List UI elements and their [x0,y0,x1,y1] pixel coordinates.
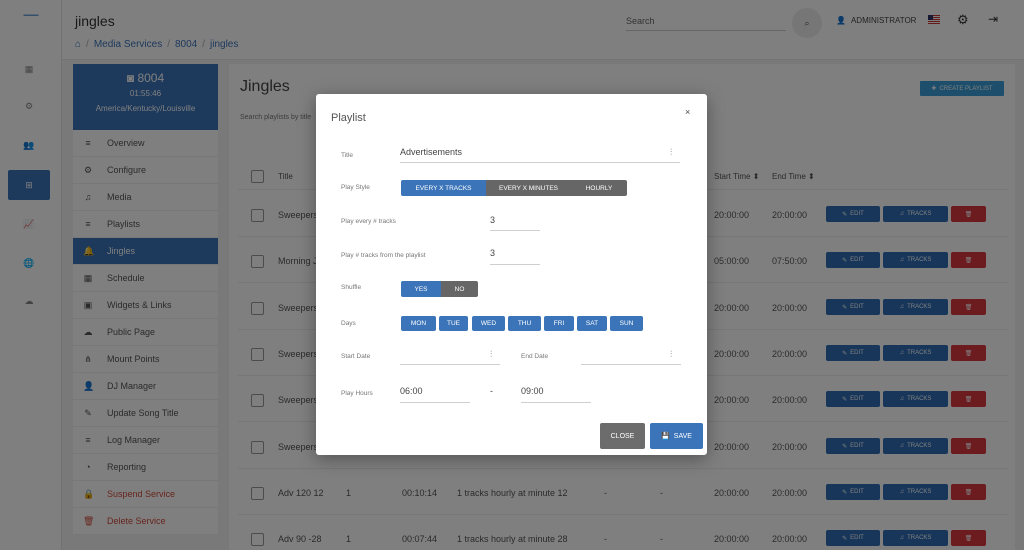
day-fri[interactable]: FRI [544,316,574,331]
play-from-label: Play # tracks from the playlist [341,252,426,259]
playlist-modal: Playlist × Title Advertisements ⫶ Play S… [316,94,707,455]
play-style-toggle: EVERY X TRACKS EVERY X MINUTES HOURLY [401,180,627,196]
day-thu[interactable]: THU [508,316,541,331]
hours-from-input[interactable]: 06:00 [400,386,423,396]
save-button[interactable]: 💾 SAVE [650,423,703,449]
title-underline [400,162,680,163]
play-style-label: Play Style [341,184,370,191]
calendar-icon[interactable]: ⫶ [490,349,492,360]
shuffle-yes[interactable]: YES [401,281,441,297]
days-label: Days [341,320,356,327]
day-tue[interactable]: TUE [439,316,468,331]
text-format-icon[interactable]: ⫶ [670,147,672,158]
end-date-label: End Date [521,353,549,360]
save-icon: 💾 [661,433,670,440]
day-sun[interactable]: SUN [610,316,643,331]
day-mon[interactable]: MON [401,316,436,331]
close-button[interactable]: CLOSE [600,423,645,449]
shuffle-label: Shuffle [341,284,362,291]
save-label: SAVE [673,432,692,440]
hours-to-underline [521,402,591,403]
play-every-input[interactable]: 3 [490,215,495,225]
play-style-every-x-tracks[interactable]: EVERY X TRACKS [401,180,486,196]
end-date-input[interactable] [581,364,681,365]
hours-from-underline [400,402,470,403]
modal-title: Playlist [331,112,366,124]
title-input[interactable]: Advertisements [400,147,462,157]
day-wed[interactable]: WED [472,316,505,331]
calendar-icon[interactable]: ⫶ [670,349,672,360]
play-from-underline [490,264,540,265]
hours-to-input[interactable]: 09:00 [521,386,544,396]
day-sat[interactable]: SAT [577,316,607,331]
play-style-every-x-minutes[interactable]: EVERY X MINUTES [486,180,571,196]
title-label: Title [341,152,354,159]
play-every-label: Play every # tracks [341,218,396,225]
start-date-label: Start Date [341,353,371,360]
play-style-hourly[interactable]: HOURLY [571,180,627,196]
start-date-input[interactable] [400,364,500,365]
shuffle-no[interactable]: NO [441,281,478,297]
close-icon[interactable]: × [685,107,690,117]
play-every-underline [490,230,540,231]
shuffle-toggle: YES NO [401,281,478,297]
hours-separator: - [490,386,493,396]
play-hours-label: Play Hours [341,390,373,397]
play-from-input[interactable]: 3 [490,248,495,258]
